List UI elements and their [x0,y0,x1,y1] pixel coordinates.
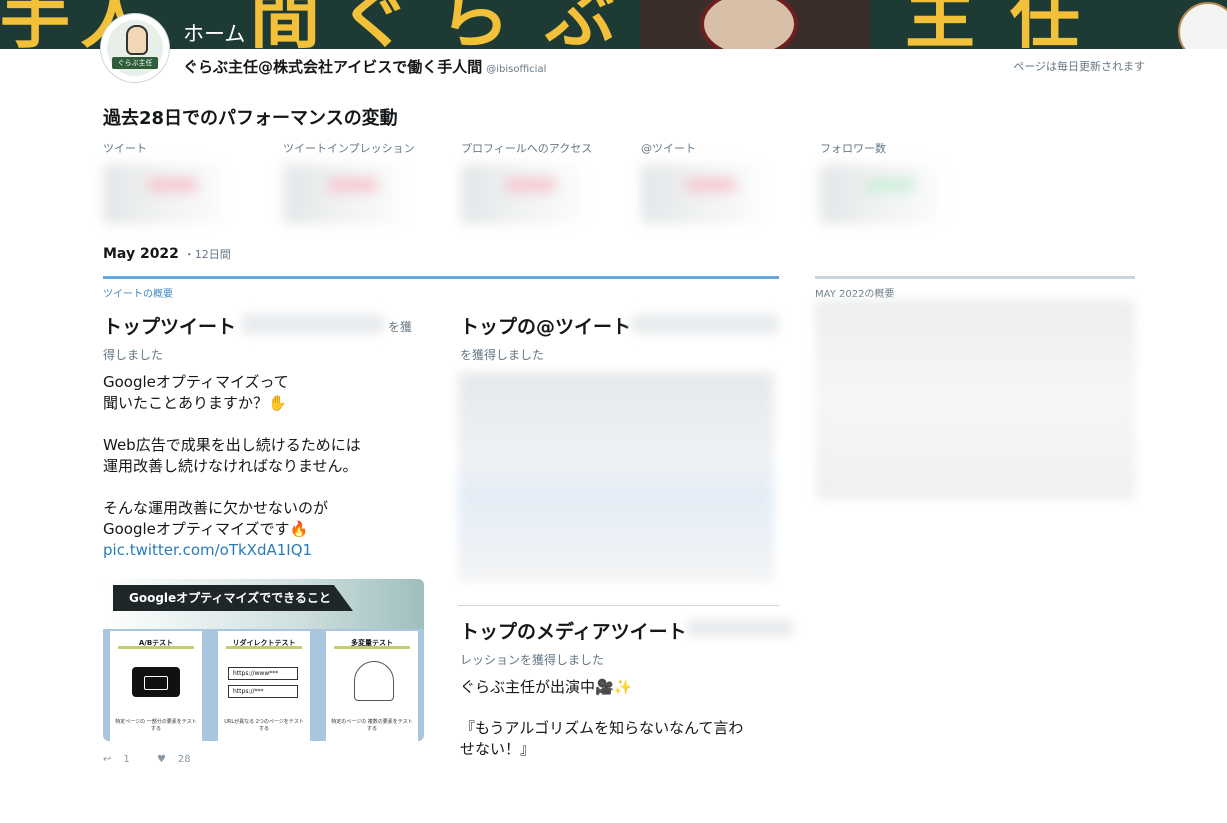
banner-illustration [640,0,870,49]
like-count-value: 28 [177,754,191,765]
metric-label: プロフィールへのアクセス [461,142,593,155]
tweet-line: Googleオプティマイズって [103,373,289,391]
tweet-stats: ↩ 1 ♥ 28 [103,754,215,765]
metric-profile-visits: プロフィールへのアクセス [461,140,621,224]
summary-label: MAY 2022の概要 [815,289,895,300]
top-media-sub: レッションを獲得しました [460,653,605,667]
display-name: ぐらぶ主任@株式会社アイビスで働く手人間 [183,58,483,76]
metric-label: フォロワー数 [820,142,886,155]
panel-title: リダイレクトテスト [226,639,302,649]
performance-title: 過去28日でのパフォーマンスの変動 [103,108,398,129]
heart-icon: ♥ [156,754,166,765]
card-panel-multivariate-test: 多変量テスト 特定のページの 複数の要素をテストする [326,631,418,741]
blurred-value [242,314,384,334]
blurred-summary [815,300,1135,500]
tweet-line: Googleオプティマイズです🔥 [103,520,309,538]
panel-caption: 特定のページの 複数の要素をテストする [331,719,413,732]
banner-char: 間 [250,0,320,49]
metric-value-blurred [461,164,581,224]
panel-title: A/Bテスト [118,639,194,649]
metric-value-blurred [820,164,940,224]
top-mention-title: トップの@ツイート [460,316,632,338]
metric-label: @ツイート [641,142,696,155]
retweet-count-value: 1 [123,754,130,765]
blurred-value [688,619,792,637]
top-tweet-title: トップツイート [103,316,237,338]
top-tweet-title-suffix: を獲 [388,320,413,334]
banner-char: ぶ [545,0,615,49]
tweet-line: ぐらぶ主任が出演中🎥✨ [460,678,633,696]
panel-title: 多変量テスト [334,639,410,649]
page-title: ホーム [183,22,246,46]
retweet-count[interactable]: ↩ 1 [103,754,142,765]
top-tweet-sub: 得しました [103,348,164,362]
banner-char: 手 [0,0,70,49]
metric-followers: フォロワー数 [820,140,980,224]
blurred-mention-tweet [458,372,774,582]
tweet-line: せない！』 [460,740,536,758]
card-panel-redirect-test: リダイレクトテスト https://www*** https://*** URL… [218,631,310,741]
hand-icon [126,25,148,55]
banner-circle-art [1178,2,1227,49]
banner-char: 任 [1010,0,1080,49]
blurred-value [632,314,778,334]
period-heading: May 2022 ・12日間 [103,246,231,262]
section-divider [103,276,779,279]
avatar-label: ぐらぶ主任 [112,57,158,69]
metric-impressions: ツイートインプレッション [283,140,443,224]
period-sub: ・12日間 [183,248,231,261]
tweet-image-card[interactable]: Googleオプティマイズでできること A/Bテスト 特定ページの 一部分の要素… [103,579,424,741]
section-divider [458,605,779,606]
banner-char: 主 [905,0,975,49]
period-title: May 2022 [103,246,179,262]
banner-char: ぐ [340,0,410,49]
tweet-line: 運用改善し続けなければなりません。 [103,457,358,475]
panel-caption: URLが異なる 2つのページをテストする [224,719,304,732]
profile-banner: 手 人 間 ぐ ら ぶ 主 任 ホーム [0,0,1227,49]
top-media-text: ぐらぶ主任が出演中🎥✨ 『もうアルゴリズムを知らないなんて言わ せない！』 [460,677,780,760]
avatar[interactable]: ぐらぶ主任 [101,14,169,82]
user-name[interactable]: ぐらぶ主任@株式会社アイビスで働く手人間 @ibisofficial [183,56,546,77]
tweet-line: そんな運用改善に欠かせないのが [103,499,329,517]
retweet-icon: ↩ [103,754,112,765]
card-panel-ab-test: A/Bテスト 特定ページの 一部分の要素をテストする [110,631,202,741]
tweet-line: 聞いたことありますか？✋ [103,394,287,412]
metric-mentions: @ツイート [641,140,801,224]
tweet-media-link[interactable]: pic.twitter.com/oTkXdA1IQ1 [103,540,423,561]
banner-char: ら [440,0,510,49]
tweet-line: Web広告で成果を出し続けるためには [103,436,361,454]
metric-value-blurred [103,164,223,224]
metric-value-blurred [283,164,403,224]
metric-label: ツイート [103,142,147,155]
url-box: https://www*** [228,667,298,680]
tweet-line: 『もうアルゴリズムを知らないなんて言わ [460,719,744,737]
section-divider [815,276,1135,279]
url-box: https://*** [228,685,298,698]
update-note: ページは毎日更新されます [1013,60,1145,73]
metric-label: ツイートインプレッション [283,142,415,155]
tweets-overview-label: ツイートの概要 [103,289,173,300]
top-mention-sub: を獲得しました [460,348,545,362]
person-at-desk-icon [354,661,394,701]
like-count[interactable]: ♥ 28 [157,754,203,765]
card-heading: Googleオプティマイズでできること [113,585,353,611]
metric-tweets: ツイート [103,140,263,224]
monitor-icon [132,667,180,697]
user-handle: @ibisofficial [486,64,547,75]
top-media-title: トップのメディアツイート [460,621,687,643]
metric-value-blurred [641,164,761,224]
panel-caption: 特定ページの 一部分の要素をテストする [115,719,197,732]
top-tweet-text: Googleオプティマイズって 聞いたことありますか？✋ Web広告で成果を出し… [103,372,423,561]
